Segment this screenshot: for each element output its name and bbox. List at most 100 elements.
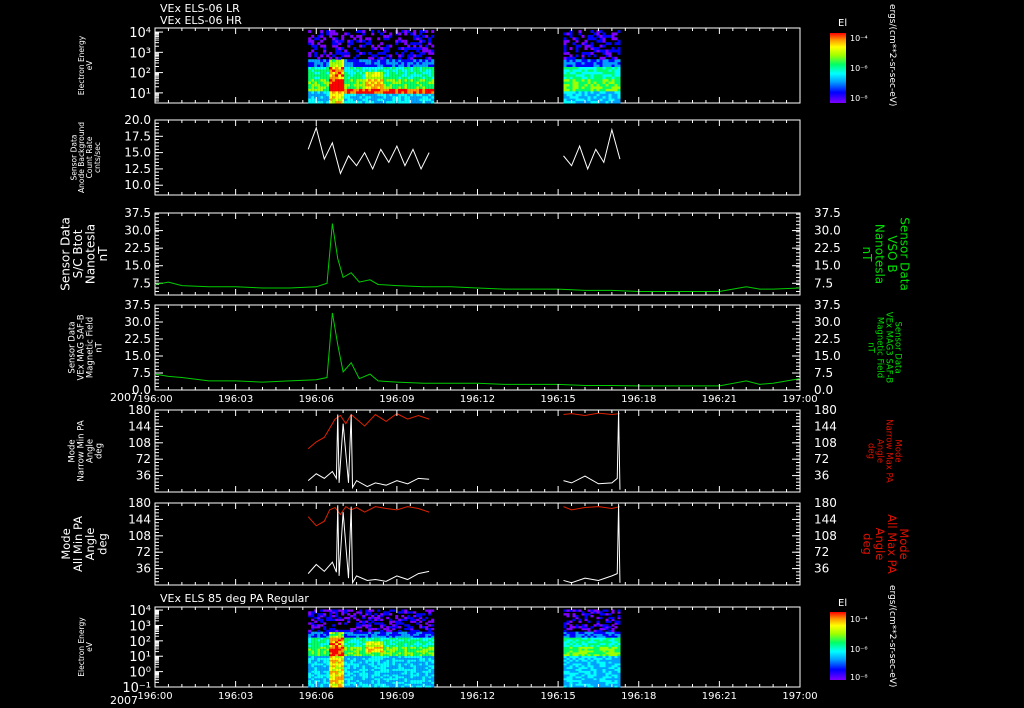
p1-spectrogram-cell	[338, 39, 342, 43]
p1-spectrogram-cell	[398, 47, 402, 50]
p1-spectrogram-cell	[347, 51, 351, 55]
p4-y-tick-label-3: 15.0	[124, 349, 151, 363]
p7-spectrogram-cell	[395, 615, 399, 618]
p7-spectrogram-cell	[335, 618, 339, 622]
p7-spectrogram-cell	[599, 627, 603, 631]
p4-time-label-3: 196:09	[379, 394, 414, 405]
p1-spectrogram-cell	[353, 37, 357, 41]
p1-spectrogram-cell	[617, 30, 621, 33]
p7-spectrogram-cell	[428, 627, 432, 631]
p7-spectrogram-cell	[611, 627, 615, 631]
p7-spectrogram-cell	[404, 609, 408, 612]
p2-ylabel-line-3: cnts/sec	[93, 142, 102, 173]
p7-spectrogram-cell	[332, 627, 336, 631]
p1-spectrogram-cell	[359, 59, 363, 63]
colorbar-top-tick-1: 10⁻⁴	[850, 34, 868, 43]
p7-spectrogram-cell	[590, 631, 594, 634]
p7-spectrogram-cell	[389, 626, 393, 629]
p1-y-tick-label-1: 10³	[129, 46, 151, 61]
p6-ylabel-line-3: deg	[95, 533, 109, 555]
p7-spectrogram-cell	[575, 631, 579, 634]
p7-spectrogram-cell	[605, 618, 609, 622]
p1-spectrogram-cell	[404, 30, 408, 33]
p7-spectrogram-cell	[407, 624, 411, 627]
p1-spectrogram-cell	[374, 47, 378, 50]
p1-spectrogram-cell	[590, 51, 594, 55]
p7-spectrogram-cell	[344, 629, 348, 633]
p1-spectrogram-cell	[317, 56, 321, 60]
p4-y-tick-label-0: 37.5	[124, 298, 151, 312]
p1-spectrogram-cell	[566, 39, 570, 43]
p7-spectrogram-cell	[362, 615, 366, 618]
p7-spectrogram-cell	[569, 624, 573, 627]
p7-frame	[154, 606, 801, 688]
p7-time-label-7: 196:21	[702, 691, 737, 702]
p7-spectrogram-cell	[422, 618, 426, 622]
p4-time-label-2: 196:06	[299, 394, 334, 405]
p1-spectrogram-cell	[425, 56, 429, 60]
p1-spectrogram-cell	[314, 51, 318, 55]
p5-series-1-segment-1	[563, 410, 621, 490]
p7-spectrogram-cell	[608, 620, 612, 623]
p7-spectrogram-cell	[431, 624, 435, 627]
p1-spectrogram-cell	[614, 42, 618, 46]
p7-time-label-8: 197:00	[782, 691, 817, 702]
p6-y-tick-label-2: 108	[128, 529, 151, 543]
p7-spectrogram-cell	[323, 626, 327, 629]
p1-spectrogram-cell	[371, 44, 375, 48]
p7-spectrogram-cell	[344, 616, 348, 620]
p7-spectrogram-cell	[377, 609, 381, 612]
p7-spectrogram-cell	[329, 627, 333, 631]
p1-spectrogram-cell	[356, 39, 360, 43]
p1-spectrogram-cell	[407, 30, 411, 33]
p7-ylabel-line-1: eV	[85, 641, 94, 652]
instrument-label-hr: VEx ELS-06 HR	[160, 14, 242, 27]
p1-spectrogram-cell	[590, 42, 594, 46]
p7-spectrogram-cell	[386, 626, 390, 629]
p7-spectrogram-cell	[407, 631, 411, 634]
p4-y-tick-label-1: 30.0	[124, 315, 151, 329]
p1-spectrogram-cell	[611, 47, 615, 50]
p7-spectrogram-cell	[572, 613, 576, 616]
p7-spectrogram-cell	[404, 631, 408, 634]
p1-spectrogram-cell	[410, 42, 414, 46]
p7-spectrogram-cell	[407, 615, 411, 618]
p7-spectrogram-cell	[584, 624, 588, 627]
p7-spectrogram-cell	[425, 609, 429, 612]
p7-spectrogram-cell	[431, 618, 435, 622]
p1-spectrogram-cell	[368, 56, 372, 60]
p1-spectrogram-cell	[422, 59, 426, 63]
p6-y-tick-label-0: 180	[128, 496, 151, 510]
p1-spectrogram-cell	[581, 34, 585, 38]
p7-spectrogram-cell	[356, 611, 360, 614]
p1-spectrogram-cell	[353, 47, 357, 50]
p7-spectrogram-cell	[311, 631, 315, 634]
p1-spectrogram-cell	[578, 44, 582, 48]
p7-spectrogram-cell	[401, 631, 405, 634]
p1-spectrogram-cell	[410, 32, 414, 36]
colorbar-top	[830, 33, 846, 103]
p7-spectrogram-cell	[572, 618, 576, 622]
p1-spectrogram-cell	[602, 56, 606, 60]
p7-spectrogram-cell	[593, 609, 597, 612]
p7-spectrogram-cell	[587, 627, 591, 631]
p1-spectrogram-cell	[344, 59, 348, 63]
p1-spectrogram-cell	[584, 59, 588, 63]
p7-spectrogram-cell	[590, 615, 594, 618]
p1-spectrogram-cell	[416, 34, 420, 38]
colorbar-bottom-label: El	[838, 598, 847, 609]
p4-y-tick-label-right-2: 22.5	[814, 332, 841, 346]
p1-spectrogram-cell	[386, 59, 390, 63]
p1-spectrogram-cell	[329, 51, 333, 55]
p7-spectrogram-cell	[380, 618, 384, 622]
p7-spectrogram-cell	[587, 613, 591, 616]
p1-spectrogram-cell	[419, 59, 423, 63]
p5-y-tick-label-3: 72	[136, 452, 151, 466]
p1-spectrogram-cell	[563, 32, 567, 36]
p7-spectrogram-cell	[389, 613, 393, 616]
p2-frame	[154, 119, 801, 196]
p4-y-tick-label-4: 7.5	[132, 366, 151, 380]
p4-time-label-7: 196:21	[702, 394, 737, 405]
p7-spectrogram-cell	[431, 627, 435, 631]
p7-spectrogram-cell	[326, 616, 330, 620]
